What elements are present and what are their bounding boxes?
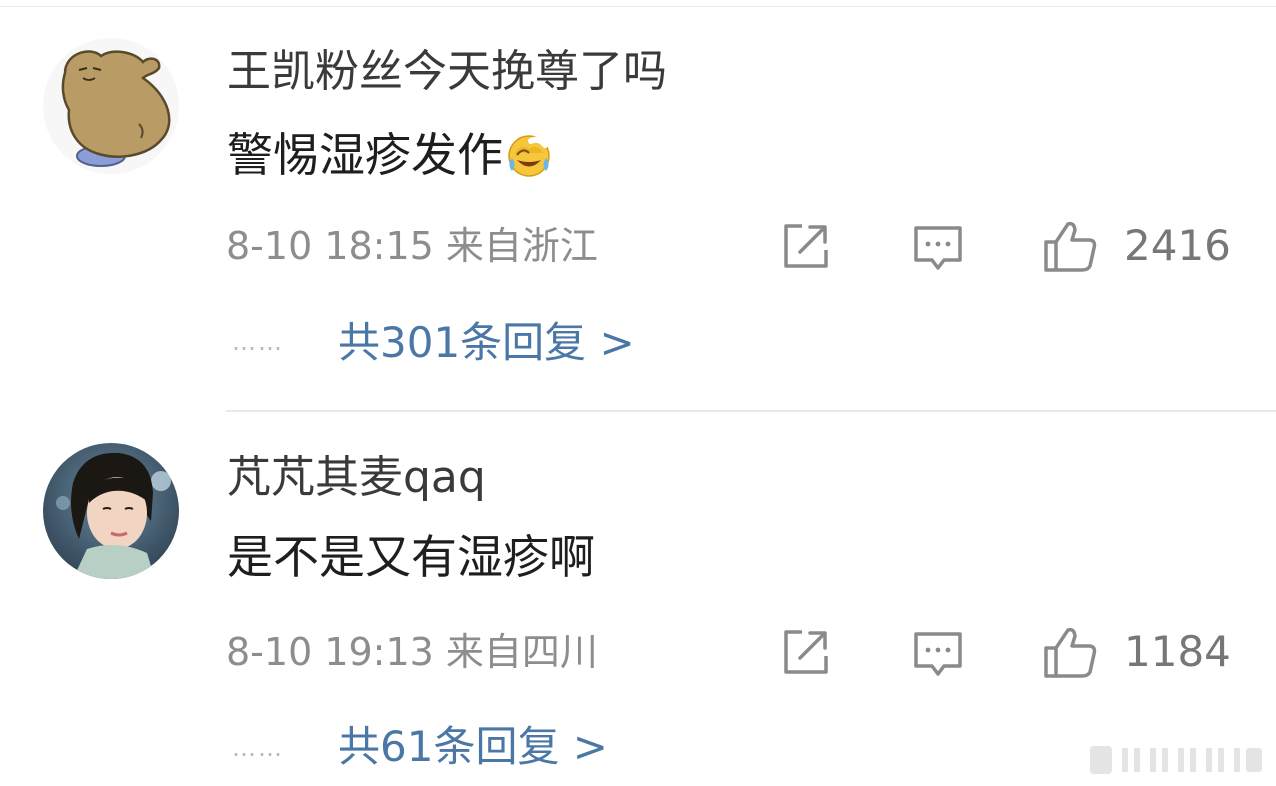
reply-dots: …… — [232, 328, 284, 356]
share-icon[interactable] — [780, 626, 832, 678]
username[interactable]: 王凯粉丝今天挽尊了吗 — [227, 50, 667, 94]
avatar[interactable] — [43, 443, 179, 579]
share-icon[interactable] — [780, 220, 832, 272]
laughing-crying-emoji-icon — [508, 135, 550, 177]
comment-meta: 8-10 19:13 来自四川 — [226, 630, 598, 674]
like-count: 2416 — [1124, 221, 1231, 270]
like-icon[interactable] — [1042, 218, 1098, 274]
avatar[interactable] — [43, 38, 179, 174]
watermark-graphic — [1090, 746, 1262, 774]
comment-icon[interactable] — [912, 628, 964, 680]
comment-text: 是不是又有湿疹啊 — [227, 534, 595, 580]
like-count: 1184 — [1124, 627, 1231, 676]
username[interactable]: 芃芃其麦qaq — [227, 456, 486, 500]
view-replies-link[interactable]: 共301条回复 > — [338, 322, 635, 364]
comment-text-body: 是不是又有湿疹啊 — [227, 530, 595, 584]
comment-text-body: 警惕湿疹发作 — [227, 128, 503, 182]
like-icon[interactable] — [1042, 624, 1098, 680]
view-replies-link[interactable]: 共61条回复 > — [338, 726, 608, 768]
comment-item: 王凯粉丝今天挽尊了吗 警惕湿疹发作 8-10 18:15 来自浙江 2416 …… — [0, 0, 1276, 408]
comment-icon[interactable] — [912, 222, 964, 274]
reply-dots: …… — [232, 734, 284, 762]
comment-text: 警惕湿疹发作 — [227, 131, 553, 179]
comment-item: 芃芃其麦qaq 是不是又有湿疹啊 8-10 19:13 来自四川 1184 ……… — [0, 412, 1276, 786]
comment-meta: 8-10 18:15 来自浙江 — [226, 224, 598, 268]
